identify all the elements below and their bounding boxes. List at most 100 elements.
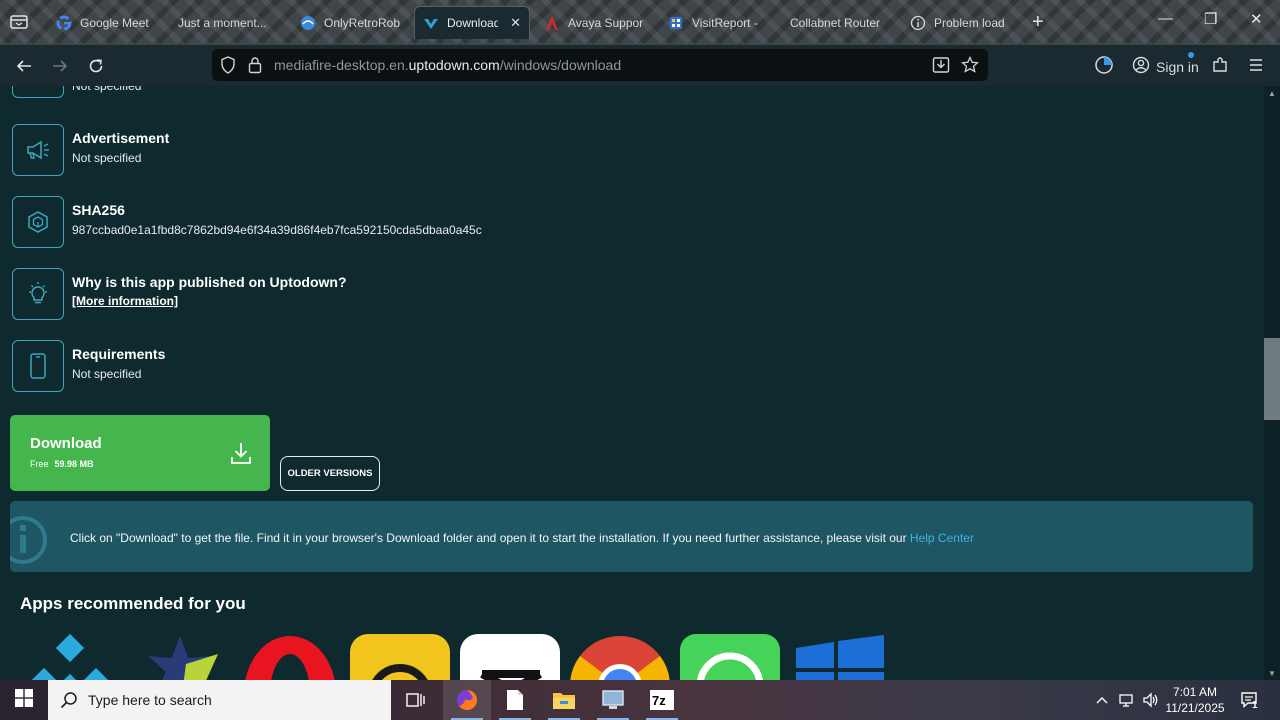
- sign-in-button[interactable]: Sign in: [1132, 52, 1199, 77]
- save-to-pocket-icon[interactable]: [932, 56, 950, 79]
- clock-date: 11/21/2025: [1165, 701, 1225, 715]
- scroll-down-icon[interactable]: ▼: [1264, 666, 1280, 680]
- page-content: Not specified Advertisement Not specifie…: [0, 86, 1264, 680]
- windows-logo-icon: [15, 688, 33, 712]
- opera-icon[interactable]: [240, 634, 340, 680]
- url-path: /windows/download: [499, 57, 622, 73]
- document-taskbar-icon[interactable]: [491, 680, 539, 720]
- windows-icon[interactable]: [790, 634, 890, 680]
- info-circle-icon: [10, 515, 58, 570]
- notice-body: Click on "Download" to get the file. Fin…: [70, 531, 910, 545]
- account-icon: [1132, 56, 1150, 77]
- search-placeholder: Type here to search: [88, 692, 212, 708]
- visitreport-icon: [668, 15, 684, 31]
- uptodown-icon: [423, 15, 439, 31]
- tab-avaya[interactable]: Avaya Suppor: [536, 6, 658, 39]
- cube-icon: [12, 196, 64, 248]
- help-center-link[interactable]: Help Center: [910, 531, 974, 545]
- tab-label: Just a moment...: [178, 15, 267, 30]
- download-size: 59.98 MB: [54, 459, 94, 469]
- tab-label: Collabnet Router: [790, 15, 881, 30]
- url-text[interactable]: mediafire-desktop.en.uptodown.com/window…: [274, 57, 621, 73]
- kodi-icon[interactable]: [20, 634, 120, 680]
- extensions-puzzle-icon[interactable]: [1211, 56, 1229, 79]
- reload-icon[interactable]: [85, 55, 107, 77]
- tracker-icon[interactable]: [350, 634, 450, 680]
- file-explorer-icon[interactable]: [540, 680, 588, 720]
- url-prefix: mediafire-desktop.en.: [274, 57, 409, 73]
- tab-list-icon[interactable]: [8, 12, 30, 32]
- notification-dot: [1188, 52, 1194, 58]
- minimize-icon[interactable]: —: [1158, 10, 1173, 27]
- tab-google-meet[interactable]: Google Meet: [48, 6, 168, 39]
- notice-text: Click on "Download" to get the file. Fin…: [70, 531, 974, 545]
- back-icon[interactable]: [13, 55, 35, 77]
- scrollbar-thumb[interactable]: [1264, 338, 1280, 420]
- scroll-up-icon[interactable]: ▲: [1264, 86, 1280, 100]
- menu-icon[interactable]: [1248, 57, 1264, 78]
- taskbar-clock[interactable]: 7:01 AM 11/21/2025: [1160, 684, 1230, 716]
- winamp-icon[interactable]: [130, 634, 230, 680]
- info-icon: [910, 15, 926, 31]
- retro-icon: [300, 15, 316, 31]
- info-row-requirements: Requirements Not specified: [12, 340, 165, 392]
- tab-label: Avaya Suppor: [568, 15, 644, 30]
- clock-time: 7:01 AM: [1172, 685, 1218, 699]
- task-view-icon[interactable]: [392, 680, 440, 720]
- action-center-icon[interactable]: 1: [1236, 680, 1264, 720]
- close-window-icon[interactable]: ✕: [1250, 10, 1263, 28]
- shield-icon[interactable]: [220, 56, 236, 79]
- megaphone-icon: [12, 124, 64, 176]
- tab-label: Download M: [447, 16, 499, 30]
- tab-collabnet-router[interactable]: Collabnet Router: [782, 6, 902, 39]
- download-notice: Click on "Download" to get the file. Fin…: [10, 501, 1253, 572]
- restore-icon[interactable]: ❐: [1204, 10, 1217, 28]
- navigation-bar: mediafire-desktop.en.uptodown.com/window…: [0, 45, 1280, 86]
- close-tab-icon[interactable]: ✕: [510, 15, 521, 31]
- download-free: Free: [30, 459, 49, 469]
- bookmark-star-icon[interactable]: [961, 55, 979, 79]
- volume-icon[interactable]: [1140, 680, 1162, 720]
- tab-label: Google Meet: [80, 15, 149, 30]
- info-row-partial: Not specified: [12, 86, 141, 98]
- download-label: Download: [30, 435, 102, 452]
- page-scrollbar[interactable]: ▲ ▼: [1264, 86, 1280, 680]
- forward-icon[interactable]: [49, 55, 71, 77]
- download-button[interactable]: Download Free 59.98 MB: [10, 415, 270, 491]
- 7zip-icon[interactable]: 7z: [638, 680, 686, 720]
- windows-taskbar: Type here to search 7z 7:01 AM 11/21/202…: [0, 680, 1280, 720]
- tab-problem-loading[interactable]: Problem load: [902, 6, 1022, 39]
- taskbar-search-box[interactable]: Type here to search: [48, 680, 391, 720]
- sha256-value: 987ccbad0e1a1fbd8c7862bd94e6f34a39d86f4e…: [72, 223, 482, 237]
- capcut-icon[interactable]: [460, 634, 560, 680]
- tab-visitreport[interactable]: VisitReport -: [660, 6, 780, 39]
- lightbulb-icon: [12, 268, 64, 320]
- start-button[interactable]: [0, 680, 48, 720]
- svg-text:7z: 7z: [652, 693, 666, 708]
- tab-label: OnlyRetroRob: [324, 15, 401, 30]
- google-icon: [56, 15, 72, 31]
- show-hidden-icons[interactable]: [1092, 680, 1112, 720]
- lock-icon[interactable]: [248, 56, 262, 79]
- download-arrow-icon: [230, 441, 252, 470]
- info-row-sha256: SHA256 987ccbad0e1a1fbd8c7862bd94e6f34a3…: [12, 196, 482, 248]
- chrome-icon[interactable]: [570, 634, 670, 680]
- extension-icon[interactable]: [1094, 55, 1114, 80]
- remote-desktop-icon[interactable]: [589, 680, 637, 720]
- firefox-taskbar-icon[interactable]: [443, 680, 491, 720]
- phone-icon: [12, 340, 64, 392]
- tab-just-a-moment[interactable]: Just a moment...: [170, 6, 290, 39]
- notification-count: 1: [1252, 700, 1258, 711]
- new-tab-icon[interactable]: +: [1032, 12, 1044, 32]
- tab-onlyretrorob[interactable]: OnlyRetroRob: [292, 6, 410, 39]
- info-title: SHA256: [72, 202, 125, 218]
- more-information-link[interactable]: [More information]: [72, 294, 178, 308]
- avaya-icon: [544, 15, 560, 31]
- older-versions-button[interactable]: OLDER VERSIONS: [280, 456, 380, 491]
- network-icon[interactable]: [1116, 680, 1138, 720]
- tab-label: Problem load: [934, 15, 1005, 30]
- tab-download-active[interactable]: Download M ✕: [414, 6, 530, 39]
- url-bar[interactable]: mediafire-desktop.en.uptodown.com/window…: [212, 49, 988, 81]
- info-title: Why is this app published on Uptodown?: [72, 274, 347, 290]
- whatsapp-icon[interactable]: [680, 634, 780, 680]
